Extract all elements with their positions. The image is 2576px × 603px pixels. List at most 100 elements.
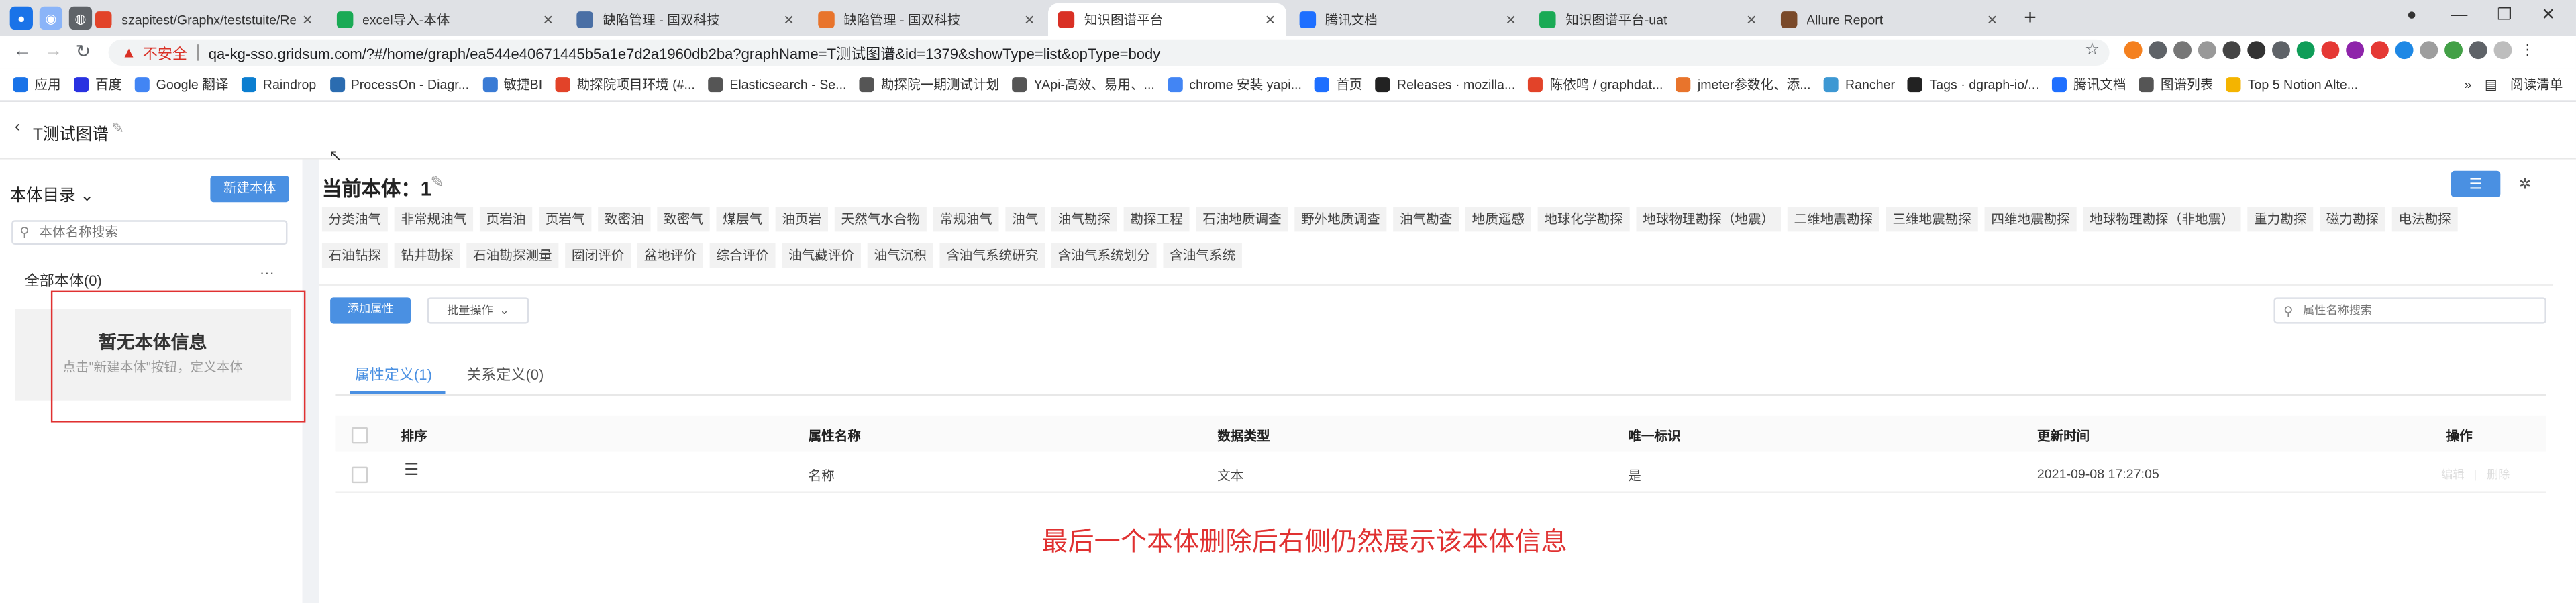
ontology-tag[interactable]: 地球物理勘探（地震） (1636, 207, 1781, 232)
ontology-tag[interactable]: 磁力勘探 (2319, 207, 2385, 232)
ontology-tag[interactable]: 油气藏评价 (782, 243, 861, 268)
minimize-icon[interactable]: — (2451, 7, 2467, 25)
close-tab-icon[interactable]: ✕ (1746, 12, 1757, 27)
ontology-tag[interactable]: 勘探工程 (1123, 207, 1190, 232)
ontology-tag[interactable]: 油气沉积 (867, 243, 933, 268)
row-checkbox[interactable] (351, 466, 368, 484)
ontology-tag[interactable]: 石油勘探测量 (466, 243, 559, 268)
browser-tab[interactable]: excel导入-本体 ✕ (326, 3, 564, 36)
browser-tab[interactable]: Allure Report ✕ (1770, 3, 2008, 36)
bookmark-item[interactable]: 腾讯文档 (2052, 76, 2126, 94)
ontology-tag[interactable]: 地球化学勘探 (1537, 207, 1630, 232)
attribute-search-input[interactable] (2300, 303, 2536, 318)
bookmark-item[interactable]: chrome 安装 yapi... (1168, 76, 1302, 94)
close-window-icon[interactable]: ✕ (2542, 7, 2556, 25)
ontology-tag[interactable]: 页岩油 (479, 207, 533, 232)
select-all-checkbox[interactable] (351, 427, 368, 444)
ontology-tag[interactable]: 盆地评价 (637, 243, 703, 268)
bookmark-item[interactable]: YApi-高效、易用、... (1012, 76, 1155, 94)
ontology-tag[interactable]: 圈闭评价 (565, 243, 631, 268)
profile-icon[interactable]: ● (2407, 7, 2417, 25)
bookmark-item[interactable]: 敏捷BI (482, 76, 542, 94)
ontology-tag[interactable]: 常规油气 (933, 207, 999, 232)
tab-relation-definition[interactable]: 关系定义(0) (466, 363, 544, 384)
browser-tab[interactable]: szapitest/Graphx/teststuite/Re ✕ (85, 3, 323, 36)
extension-icon[interactable] (2149, 41, 2167, 60)
more-bookmarks-icon[interactable]: » (2464, 77, 2471, 92)
profile-avatar-icon[interactable] (2493, 41, 2512, 60)
bookmark-item[interactable]: 勘探院一期测试计划 (860, 76, 999, 94)
bookmark-item[interactable]: 首页 (1315, 76, 1363, 94)
close-tab-icon[interactable]: ✕ (1265, 12, 1276, 27)
extensions-puzzle-icon[interactable] (2469, 41, 2487, 60)
extension-icon[interactable] (2222, 41, 2241, 60)
bookmark-item[interactable]: 陈依鸣 / graphdat... (1528, 76, 1663, 94)
bookmark-item[interactable]: 勘探院项目环境 (#... (555, 76, 695, 94)
ontology-tag[interactable]: 二维地震勘探 (1787, 207, 1879, 232)
bookmark-item[interactable]: Google 翻译 (134, 76, 228, 94)
ontology-tag[interactable]: 地球物理勘探（非地震） (2083, 207, 2241, 232)
ontology-tag[interactable]: 石油钻探 (321, 243, 388, 268)
ontology-tag[interactable]: 致密油 (598, 207, 651, 232)
close-tab-icon[interactable]: ✕ (1987, 12, 1998, 27)
back-chevron-icon[interactable]: ‹ (15, 118, 20, 136)
reading-list-icon[interactable]: ▤ (2485, 77, 2497, 92)
bookmark-item[interactable]: jmeter参数化、添... (1676, 76, 1811, 94)
ontology-tag[interactable]: 分类油气 (321, 207, 388, 232)
add-attribute-button[interactable]: 添加属性 (330, 297, 411, 324)
edit-ontology-icon[interactable]: ✎ (430, 174, 444, 193)
browser-tab[interactable]: 知识图谱平台-uat ✕ (1529, 3, 1767, 36)
ontology-tag[interactable]: 油页岩 (775, 207, 828, 232)
extension-icon[interactable] (2198, 41, 2216, 60)
extension-icon[interactable] (2271, 41, 2290, 60)
extension-icon[interactable] (2124, 41, 2143, 60)
close-tab-icon[interactable]: ✕ (302, 12, 313, 27)
extension-icon[interactable] (2420, 41, 2438, 60)
ontology-tag[interactable]: 含油气系统划分 (1051, 243, 1157, 268)
close-tab-icon[interactable]: ✕ (543, 12, 554, 27)
forward-icon[interactable]: → (44, 41, 62, 60)
ontology-tag[interactable]: 钻井勘探 (394, 243, 460, 268)
ontology-search-input[interactable] (36, 223, 273, 242)
browser-tab[interactable]: 腾讯文档 ✕ (1289, 3, 1527, 36)
ontology-tag[interactable]: 重力勘探 (2247, 207, 2314, 232)
ontology-tag[interactable]: 综合评价 (709, 243, 776, 268)
close-tab-icon[interactable]: ✕ (1024, 12, 1035, 27)
ontology-tag[interactable]: 四维地震勘探 (1984, 207, 2077, 232)
reading-list-label[interactable]: 阅读清单 (2510, 76, 2563, 94)
omnibox[interactable]: ▲ 不安全 qa-kg-sso.gridsum.com/?#/home/grap… (108, 39, 2110, 66)
bookmark-item[interactable]: ProcessOn - Diagr... (329, 76, 469, 94)
ontology-tag[interactable]: 含油气系统研究 (939, 243, 1045, 268)
browser-tab[interactable]: 缺陷管理 - 国双科技 ✕ (567, 3, 805, 36)
ontology-tag[interactable]: 煤层气 (716, 207, 769, 232)
extension-icon[interactable] (2247, 41, 2266, 60)
ontology-tag[interactable]: 野外地质调查 (1294, 207, 1387, 232)
bookmark-item[interactable]: 图谱列表 (2139, 76, 2213, 94)
extension-icon[interactable] (2173, 41, 2192, 60)
extension-icon[interactable] (2296, 41, 2315, 60)
extension-icon[interactable] (2395, 41, 2414, 60)
drag-handle-icon[interactable]: ☰ (404, 461, 419, 480)
ontology-tag[interactable]: 油气勘查 (1393, 207, 1459, 232)
delete-button[interactable]: 删除 (2487, 470, 2510, 482)
ontology-tag[interactable]: 地质遥感 (1465, 207, 1531, 232)
bookmark-item[interactable]: Rancher (1824, 76, 1895, 94)
edit-graph-icon[interactable]: ✎ (111, 120, 123, 138)
ontology-tag[interactable]: 三维地震勘探 (1886, 207, 1978, 232)
more-options-icon[interactable]: ··· (260, 264, 274, 280)
list-view-icon[interactable]: ☰ (2451, 170, 2501, 197)
workspace-icon[interactable]: ● (9, 6, 33, 30)
graph-view-icon[interactable]: ✲ (2500, 171, 2549, 197)
ontology-tag[interactable]: 页岩气 (539, 207, 592, 232)
ontology-tag[interactable]: 非常规油气 (394, 207, 474, 232)
tab-attribute-definition[interactable]: 属性定义(1) (350, 363, 446, 394)
ontology-tag[interactable]: 油气勘探 (1051, 207, 1117, 232)
bookmark-item[interactable]: Releases · mozilla... (1376, 76, 1515, 94)
extension-icon[interactable] (2321, 41, 2340, 60)
ontology-tag[interactable]: 电法勘探 (2391, 207, 2458, 232)
ontology-tag[interactable]: 天然气水合物 (834, 207, 927, 232)
batch-operation-dropdown[interactable]: 批量操作 ⌄ (427, 297, 529, 324)
reload-icon[interactable]: ↻ (76, 41, 91, 62)
bookmark-item[interactable]: Elasticsearch - Se... (708, 76, 846, 94)
browser-tab[interactable]: 知识图谱平台 ✕ (1048, 3, 1286, 36)
